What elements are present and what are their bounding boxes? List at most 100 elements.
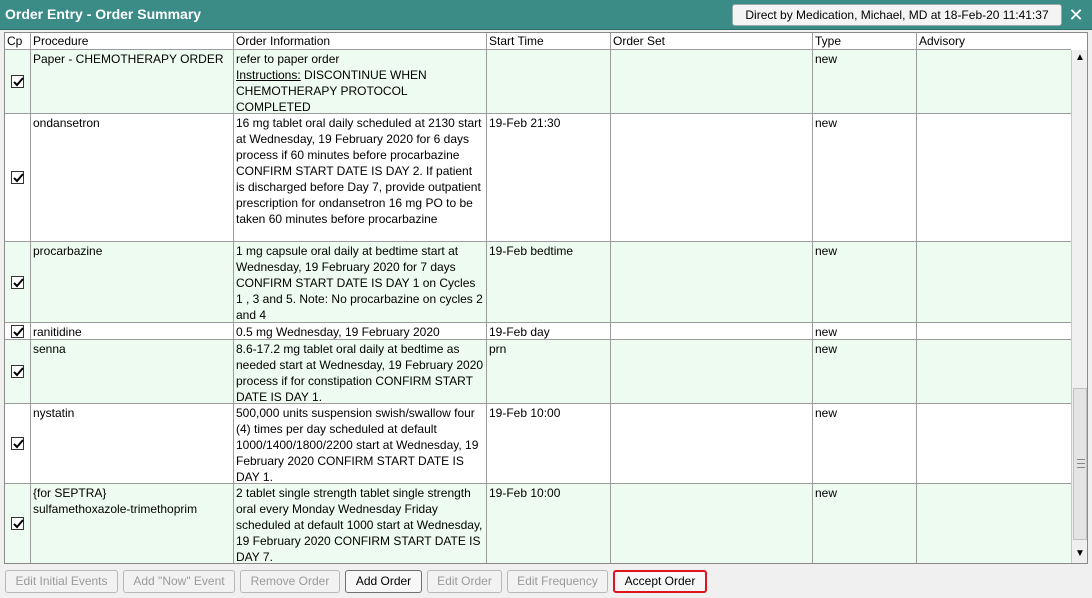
order-info-cell: 500,000 units suspension swish/swallow f… (234, 404, 487, 483)
copy-checkbox-cell (5, 404, 31, 483)
copy-checkbox[interactable] (11, 171, 24, 184)
checkmark-icon (13, 367, 24, 377)
checkmark-icon (13, 173, 24, 183)
copy-checkbox[interactable] (11, 517, 24, 530)
checkmark-icon (13, 326, 24, 336)
order-set-cell (611, 242, 813, 322)
grid-header: Cp Procedure Order Information Start Tim… (5, 33, 1071, 50)
copy-checkbox-cell (5, 242, 31, 322)
order-set-cell (611, 114, 813, 241)
start-time-cell (487, 50, 611, 113)
order-set-cell (611, 484, 813, 563)
procedure-cell: procarbazine (31, 242, 234, 322)
checkmark-icon (13, 519, 24, 529)
scroll-up-icon[interactable]: ▲ (1072, 50, 1087, 66)
procedure-cell: ranitidine (31, 323, 234, 339)
column-header-advisory[interactable]: Advisory (917, 33, 1071, 50)
order-info-cell: 16 mg tablet oral daily scheduled at 213… (234, 114, 487, 241)
close-icon[interactable]: ✕ (1064, 3, 1088, 27)
copy-checkbox[interactable] (11, 365, 24, 378)
scrollbar-thumb[interactable] (1073, 388, 1087, 540)
procedure-cell: ondansetron (31, 114, 234, 241)
procedure-cell: Paper - CHEMOTHERAPY ORDER (31, 50, 234, 113)
order-info-cell: refer to paper order Instructions: DISCO… (234, 50, 487, 113)
type-cell: new (813, 340, 917, 403)
encounter-button[interactable]: Direct by Medication, Michael, MD at 18-… (732, 4, 1062, 26)
advisory-cell (917, 50, 1071, 113)
procedure-name: nystatin (33, 406, 75, 420)
copy-checkbox[interactable] (11, 437, 24, 450)
column-header-order-information[interactable]: Order Information (234, 33, 487, 50)
advisory-cell (917, 340, 1071, 403)
scroll-down-icon[interactable]: ▼ (1072, 546, 1087, 562)
checkmark-icon (13, 77, 24, 87)
checkmark-icon (13, 277, 24, 287)
start-time-cell: 19-Feb 10:00 (487, 484, 611, 563)
procedure-cell: nystatin (31, 404, 234, 483)
order-grid: Cp Procedure Order Information Start Tim… (4, 32, 1088, 564)
accept-order-button[interactable]: Accept Order (613, 570, 707, 593)
order-info-text: refer to paper order (236, 52, 340, 66)
procedure-name: {for SEPTRA} (33, 486, 107, 500)
order-row[interactable]: senna 8.6-17.2 mg tablet oral daily at b… (5, 340, 1071, 404)
advisory-cell (917, 404, 1071, 483)
order-row[interactable]: ranitidine 0.5 mg Wednesday, 19 February… (5, 323, 1071, 340)
advisory-cell (917, 323, 1071, 339)
copy-checkbox-cell (5, 323, 31, 339)
order-row[interactable]: nystatin 500,000 units suspension swish/… (5, 404, 1071, 484)
order-info-cell: 8.6-17.2 mg tablet oral daily at bedtime… (234, 340, 487, 403)
order-info-cell: 0.5 mg Wednesday, 19 February 2020 (234, 323, 487, 339)
column-header-order-set[interactable]: Order Set (611, 33, 813, 50)
procedure-name-line2: sulfamethoxazole-trimethoprim (33, 502, 198, 516)
remove-order-button[interactable]: Remove Order (240, 570, 340, 593)
order-row[interactable]: Paper - CHEMOTHERAPY ORDER refer to pape… (5, 50, 1071, 114)
type-cell: new (813, 484, 917, 563)
procedure-name: procarbazine (33, 244, 103, 258)
copy-checkbox[interactable] (11, 324, 24, 338)
column-header-procedure[interactable]: Procedure (31, 33, 234, 50)
copy-checkbox-cell (5, 114, 31, 241)
procedure-name: Paper - CHEMOTHERAPY ORDER (33, 52, 224, 66)
type-cell: new (813, 404, 917, 483)
edit-initial-events-button[interactable]: Edit Initial Events (5, 570, 118, 593)
procedure-name: senna (33, 342, 66, 356)
copy-checkbox-cell (5, 484, 31, 563)
order-set-cell (611, 50, 813, 113)
procedure-name: ranitidine (33, 325, 82, 339)
type-cell: new (813, 50, 917, 113)
order-set-cell (611, 404, 813, 483)
column-header-start-time[interactable]: Start Time (487, 33, 611, 50)
edit-frequency-button[interactable]: Edit Frequency (507, 570, 608, 593)
window-titlebar: Order Entry - Order Summary Direct by Me… (0, 0, 1092, 30)
add-now-event-button[interactable]: Add "Now" Event (123, 570, 235, 593)
copy-checkbox-cell (5, 50, 31, 113)
add-order-button[interactable]: Add Order (345, 570, 422, 593)
column-header-cp[interactable]: Cp (5, 33, 31, 50)
start-time-cell: 19-Feb day (487, 323, 611, 339)
type-cell: new (813, 114, 917, 241)
instructions-label: Instructions: (236, 68, 301, 82)
order-row[interactable]: ondansetron 16 mg tablet oral daily sche… (5, 114, 1071, 242)
window-title: Order Entry - Order Summary (5, 6, 202, 22)
procedure-cell: {for SEPTRA} sulfamethoxazole-trimethopr… (31, 484, 234, 563)
start-time-cell: prn (487, 340, 611, 403)
procedure-name: ondansetron (33, 116, 100, 130)
edit-order-button[interactable]: Edit Order (427, 570, 502, 593)
order-row[interactable]: procarbazine 1 mg capsule oral daily at … (5, 242, 1071, 323)
advisory-cell (917, 484, 1071, 563)
start-time-cell: 19-Feb 21:30 (487, 114, 611, 241)
order-row[interactable]: {for SEPTRA} sulfamethoxazole-trimethopr… (5, 484, 1071, 563)
order-info-cell: 1 mg capsule oral daily at bedtime start… (234, 242, 487, 322)
type-cell: new (813, 242, 917, 322)
start-time-cell: 19-Feb bedtime (487, 242, 611, 322)
procedure-cell: senna (31, 340, 234, 403)
copy-checkbox-cell (5, 340, 31, 403)
copy-checkbox[interactable] (11, 75, 24, 88)
vertical-scrollbar[interactable]: ▲ ▼ (1071, 50, 1087, 563)
start-time-cell: 19-Feb 10:00 (487, 404, 611, 483)
column-header-type[interactable]: Type (813, 33, 917, 50)
grip-icon (1077, 459, 1085, 468)
copy-checkbox[interactable] (11, 275, 24, 289)
order-info-cell: 2 tablet single strength tablet single s… (234, 484, 487, 563)
advisory-cell (917, 242, 1071, 322)
